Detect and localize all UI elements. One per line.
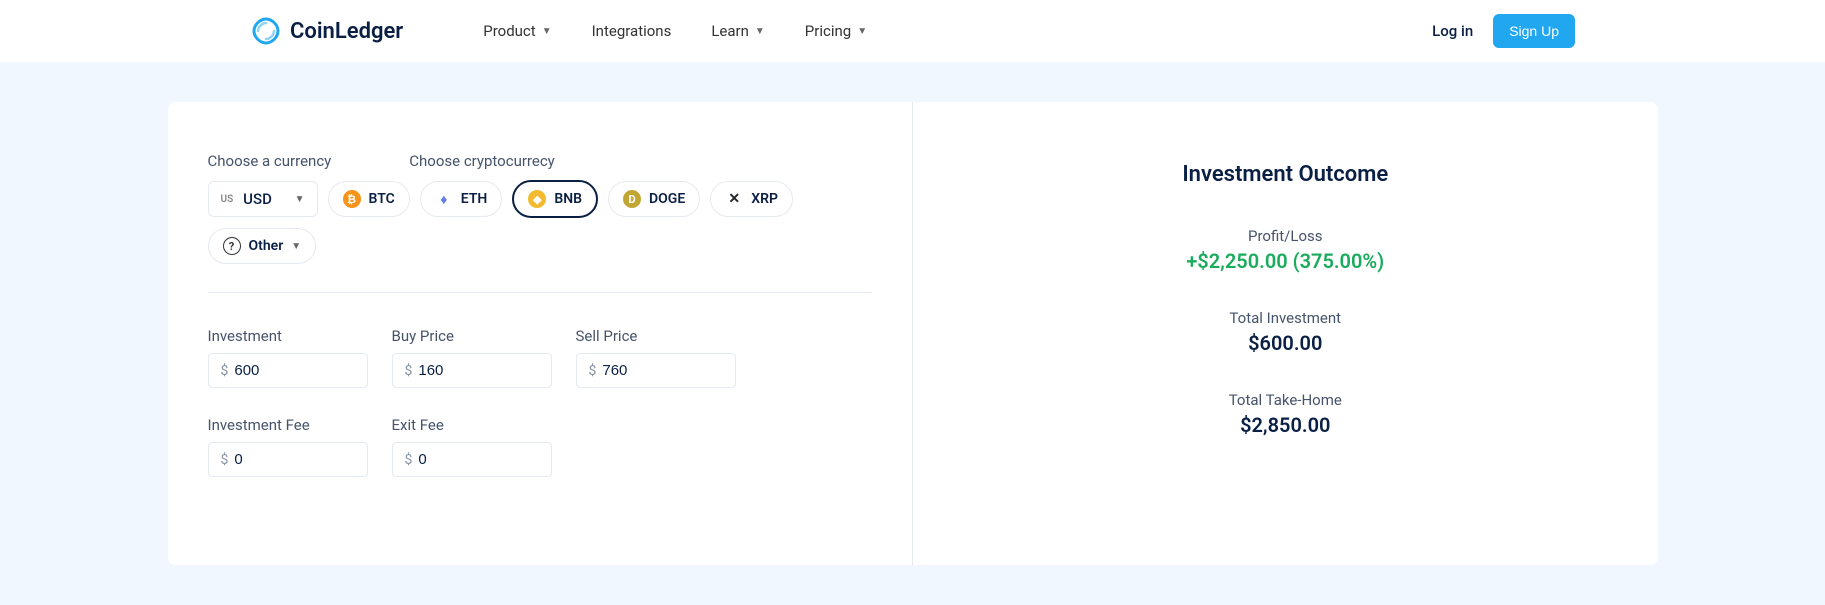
sell-price-group: Sell Price $	[576, 327, 736, 388]
crypto-pill-doge[interactable]: D DOGE	[608, 181, 700, 217]
profit-loss-block: Profit/Loss +$2,250.00 (375.00%)	[1186, 227, 1384, 273]
dollar-icon: $	[405, 363, 413, 379]
chevron-down-icon: ▼	[295, 194, 305, 205]
signup-button[interactable]: Sign Up	[1493, 14, 1575, 48]
us-flag-icon: US	[221, 194, 234, 205]
btc-icon: ₿	[343, 190, 361, 208]
exit-fee-input[interactable]	[418, 451, 538, 468]
nav-learn[interactable]: Learn ▼	[711, 22, 764, 40]
currency-code: USD	[243, 190, 272, 208]
dollar-icon: $	[221, 363, 229, 379]
bnb-icon: ◆	[528, 190, 546, 208]
outcome-title: Investment Outcome	[1182, 162, 1388, 187]
investment-input-box[interactable]: $	[208, 353, 368, 388]
investment-fee-input-box[interactable]: $	[208, 442, 368, 477]
crypto-pill-btc[interactable]: ₿ BTC	[328, 181, 410, 217]
take-home-value: $2,850.00	[1229, 413, 1342, 437]
investment-group: Investment $	[208, 327, 368, 388]
investment-fee-group: Investment Fee $	[208, 416, 368, 477]
buy-price-label: Buy Price	[392, 327, 552, 345]
take-home-label: Total Take-Home	[1229, 391, 1342, 409]
logo-icon	[250, 15, 282, 47]
calculator-inputs-panel: Choose a currency Choose cryptocurrecy U…	[168, 102, 914, 565]
investment-fee-input[interactable]	[234, 451, 354, 468]
exit-fee-group: Exit Fee $	[392, 416, 552, 477]
currency-select[interactable]: US USD ▼	[208, 181, 318, 217]
chevron-down-icon: ▼	[857, 26, 867, 37]
outcome-panel: Investment Outcome Profit/Loss +$2,250.0…	[913, 102, 1658, 565]
nav-product[interactable]: Product ▼	[483, 22, 551, 40]
crypto-pill-xrp[interactable]: ✕ XRP	[710, 181, 793, 217]
buy-price-input[interactable]	[418, 362, 538, 379]
main-content: Choose a currency Choose cryptocurrecy U…	[0, 62, 1825, 605]
total-investment-label: Total Investment	[1229, 309, 1341, 327]
calculator-card: Choose a currency Choose cryptocurrecy U…	[168, 102, 1658, 565]
nav-pricing[interactable]: Pricing ▼	[805, 22, 867, 40]
brand-logo[interactable]: CoinLedger	[250, 15, 403, 47]
crypto-pill-other[interactable]: ? Other ▼	[208, 228, 317, 264]
investment-fee-label: Investment Fee	[208, 416, 368, 434]
doge-icon: D	[623, 190, 641, 208]
eth-icon: ♦	[435, 190, 453, 208]
profit-loss-label: Profit/Loss	[1186, 227, 1384, 245]
profit-loss-value: +$2,250.00 (375.00%)	[1186, 249, 1384, 273]
crypto-pill-eth[interactable]: ♦ ETH	[420, 181, 503, 217]
exit-fee-label: Exit Fee	[392, 416, 552, 434]
dollar-icon: $	[221, 452, 229, 468]
sell-price-label: Sell Price	[576, 327, 736, 345]
sell-price-input-box[interactable]: $	[576, 353, 736, 388]
currency-label: Choose a currency	[208, 152, 332, 170]
login-link[interactable]: Log in	[1432, 22, 1473, 40]
chevron-down-icon: ▼	[291, 241, 301, 252]
total-investment-block: Total Investment $600.00	[1229, 309, 1341, 355]
brand-name: CoinLedger	[290, 19, 403, 44]
question-icon: ?	[223, 237, 241, 255]
divider	[208, 292, 873, 293]
xrp-icon: ✕	[725, 190, 743, 208]
crypto-label: Choose cryptocurrecy	[409, 152, 555, 170]
crypto-pill-bnb[interactable]: ◆ BNB	[512, 180, 598, 218]
header-actions: Log in Sign Up	[1432, 14, 1575, 48]
buy-price-group: Buy Price $	[392, 327, 552, 388]
sell-price-input[interactable]	[602, 362, 722, 379]
buy-price-input-box[interactable]: $	[392, 353, 552, 388]
take-home-block: Total Take-Home $2,850.00	[1229, 391, 1342, 437]
exit-fee-input-box[interactable]: $	[392, 442, 552, 477]
main-header: CoinLedger Product ▼ Integrations Learn …	[0, 0, 1825, 62]
investment-input[interactable]	[234, 362, 354, 379]
total-investment-value: $600.00	[1229, 331, 1341, 355]
chevron-down-icon: ▼	[542, 26, 552, 37]
investment-label: Investment	[208, 327, 368, 345]
nav-integrations[interactable]: Integrations	[592, 22, 672, 40]
main-nav: Product ▼ Integrations Learn ▼ Pricing ▼	[483, 22, 867, 40]
chevron-down-icon: ▼	[755, 26, 765, 37]
dollar-icon: $	[405, 452, 413, 468]
dollar-icon: $	[589, 363, 597, 379]
